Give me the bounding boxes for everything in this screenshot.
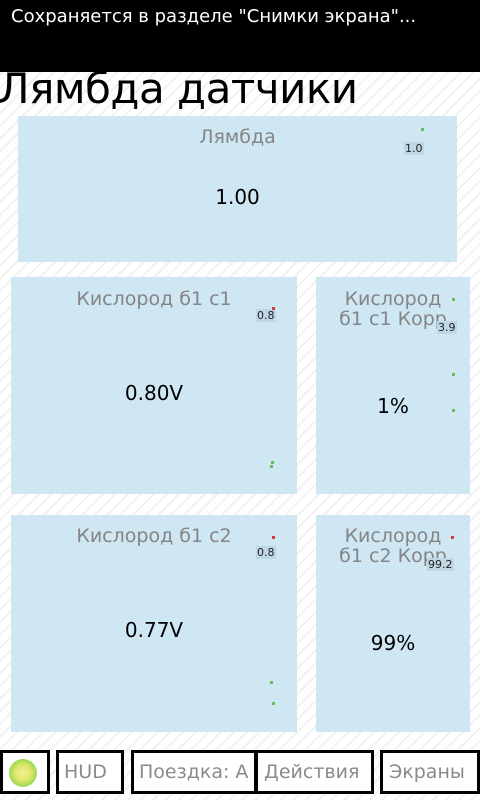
status-indicator-icon (9, 759, 37, 787)
graph-point (270, 465, 273, 468)
graph-point (452, 373, 455, 376)
trip-button-label: Поездка: А (139, 761, 249, 783)
hud-button-label: HUD (64, 761, 107, 783)
graph-point (270, 681, 273, 684)
tile-title-line1: Кислород (344, 288, 442, 310)
status-text: Сохраняется в разделе "Снимки экрана"... (11, 6, 417, 27)
tile-title: Кислород б1 с1 (76, 288, 232, 310)
tile-oxygen-b1-s1-corr[interactable]: Кислород б1 с1 Корр 3.9 1% (316, 277, 470, 494)
tile-title: Лямбда (199, 126, 276, 148)
page-title: Лямбда датчики (0, 64, 358, 113)
graph-point (451, 536, 454, 539)
graph-point (452, 298, 455, 301)
tile-value: 0.80V (124, 381, 184, 405)
tile-title-line1: Кислород (344, 525, 442, 547)
screens-button[interactable]: Экраны (380, 750, 480, 794)
tile-scale: 0.8 (256, 546, 276, 559)
tile-scale: 0.8 (256, 309, 276, 322)
graph-point (271, 461, 274, 464)
graph-point (272, 307, 275, 310)
screens-button-label: Экраны (389, 761, 465, 783)
tile-oxygen-b1-s2[interactable]: Кислород б1 с2 0.8 0.77V (11, 515, 297, 732)
trip-button[interactable]: Поездка: А (131, 750, 257, 794)
hud-button[interactable]: HUD (56, 750, 124, 794)
bottom-app-bar: HUD Поездка: А Действия Экраны (0, 750, 480, 800)
graph-point (272, 702, 275, 705)
tile-lambda[interactable]: Лямбда 1.0 1.00 (18, 116, 457, 262)
graph-point (421, 128, 424, 131)
status-bar: Сохраняется в разделе "Снимки экрана"... (0, 0, 480, 72)
tile-oxygen-b1-s2-corr[interactable]: Кислород б1 с2 Корр 99.2 99% (316, 515, 470, 732)
status-indicator-button[interactable] (0, 750, 50, 794)
tile-value: 1% (377, 394, 409, 418)
actions-button-label: Действия (264, 761, 360, 783)
tile-value: 0.77V (124, 618, 184, 642)
tile-value: 1.00 (215, 185, 260, 209)
graph-point (272, 536, 275, 539)
tile-scale: 3.9 (437, 321, 457, 334)
tile-title: Кислород б1 с2 (76, 525, 232, 547)
tile-scale: 99.2 (427, 558, 454, 571)
actions-button[interactable]: Действия (255, 750, 374, 794)
tile-scale: 1.0 (404, 142, 424, 155)
tile-oxygen-b1-s1[interactable]: Кислород б1 с1 0.8 0.80V (11, 277, 297, 494)
tile-value: 99% (370, 631, 416, 655)
